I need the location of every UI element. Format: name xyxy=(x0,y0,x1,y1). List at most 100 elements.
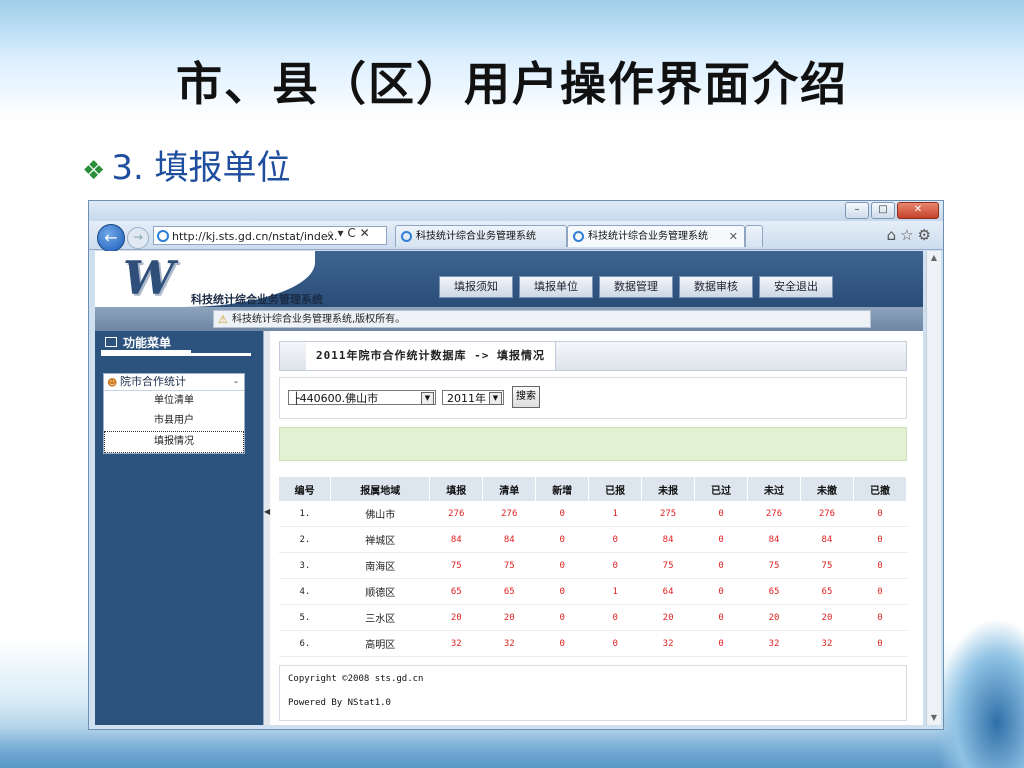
table-cell: 20 xyxy=(429,604,483,631)
table-cell: 1 xyxy=(588,578,642,605)
sidebar-group-label: 院市合作统计 xyxy=(120,375,186,388)
table-cell: 65 xyxy=(429,578,483,605)
vertical-scrollbar[interactable]: ▲ ▼ xyxy=(926,251,941,725)
table-cell: 276 xyxy=(429,501,483,527)
table-cell: 6. xyxy=(279,630,331,657)
ie-logo-icon xyxy=(401,231,412,242)
table-row[interactable]: 6. 高明区 32 32 0 0 32 0 32 32 0 xyxy=(279,630,907,657)
forward-button[interactable]: → xyxy=(127,227,149,249)
table-cell: 84 xyxy=(429,526,483,553)
system-name: 科技统计综合业务管理系统 xyxy=(191,293,323,306)
nav-item-units[interactable]: 填报单位 xyxy=(519,276,593,298)
table-cell: 0 xyxy=(853,526,907,553)
powered-by-text: Powered By NStat1.0 xyxy=(288,698,391,708)
sidebar-item-unit-list[interactable]: 单位清单 xyxy=(104,391,244,411)
top-navigation: 填报须知 填报单位 数据管理 数据审核 安全退出 xyxy=(439,276,833,298)
minimize-button[interactable]: – xyxy=(845,202,869,219)
new-tab-button[interactable] xyxy=(745,225,763,247)
tab-label: 科技统计综合业务管理系统 xyxy=(588,231,708,242)
table-cell: 276 xyxy=(747,501,801,527)
table-cell: 0 xyxy=(694,630,748,657)
window-controls: – □ ✕ xyxy=(845,202,939,219)
table-cell: 0 xyxy=(535,526,589,553)
table-cell: 276 xyxy=(482,501,536,527)
table-cell: 0 xyxy=(588,604,642,631)
scroll-down-icon[interactable]: ▼ xyxy=(927,711,941,725)
main-content: 2011年院市合作统计数据库 -> 填报情况 ├440600.佛山市 ▼ 2011… xyxy=(279,341,908,721)
region-cell: 高明区 xyxy=(330,630,430,657)
region-select[interactable]: ├440600.佛山市 ▼ xyxy=(288,390,436,405)
filter-bar: ├440600.佛山市 ▼ 2011年 ▼ 搜索 xyxy=(279,377,907,419)
search-button[interactable]: 搜索 xyxy=(512,386,540,408)
ie-logo-icon xyxy=(573,231,584,242)
sidebar-tab-menu[interactable]: 功能菜单 xyxy=(101,333,191,353)
region-cell: 禅城区 xyxy=(330,526,430,553)
sidebar-item-county-users[interactable]: 市县用户 xyxy=(104,411,244,431)
table-row[interactable]: 3. 南海区 75 75 0 0 75 0 75 75 0 xyxy=(279,552,907,579)
table-cell: 20 xyxy=(800,604,854,631)
table-cell: 75 xyxy=(429,552,483,579)
sidebar-group-header[interactable]: ☻ 院市合作统计 - xyxy=(104,374,244,391)
notice-text-box: ⚠ 科技统计综合业务管理系统,版权所有。 xyxy=(213,310,871,328)
table-cell: 32 xyxy=(747,630,801,657)
table-row[interactable]: 4. 顺德区 65 65 0 1 64 0 65 65 0 xyxy=(279,578,907,605)
maximize-button[interactable]: □ xyxy=(871,202,895,219)
nav-item-guide[interactable]: 填报须知 xyxy=(439,276,513,298)
chevron-down-icon[interactable]: ▼ xyxy=(421,392,434,405)
tab-label: 科技统计综合业务管理系统 xyxy=(416,231,536,242)
breadcrumb: 2011年院市合作统计数据库 -> 填报情况 xyxy=(279,341,907,371)
toolbar-icons[interactable]: ⌂☆⚙ xyxy=(887,226,935,244)
table-row[interactable]: 1. 佛山市 276 276 0 1 275 0 276 276 0 xyxy=(279,501,907,527)
column-header: 未报 xyxy=(641,477,696,501)
year-select[interactable]: 2011年 ▼ xyxy=(442,390,504,405)
table-cell: 0 xyxy=(694,552,748,579)
back-button[interactable]: ← xyxy=(97,224,125,252)
table-cell: 84 xyxy=(747,526,801,553)
collapse-arrow-icon[interactable]: ◀ xyxy=(264,507,270,516)
year-select-value: 2011年 xyxy=(447,392,486,405)
table-cell: 2. xyxy=(279,526,331,553)
table-row[interactable]: 5. 三水区 20 20 0 0 20 0 20 20 0 xyxy=(279,604,907,631)
table-cell: 275 xyxy=(641,501,695,527)
table-cell: 84 xyxy=(482,526,536,553)
region-cell: 佛山市 xyxy=(330,501,430,527)
close-tab-icon[interactable]: ✕ xyxy=(729,226,738,247)
bullet-text: 3. 填报单位 xyxy=(111,148,291,188)
collapse-icon[interactable]: - xyxy=(234,374,238,390)
table-cell: 0 xyxy=(588,526,642,553)
browser-tab-2[interactable]: 科技统计综合业务管理系统 ✕ xyxy=(567,225,745,247)
table-header-row: 编号 报属地域 填报 清单 新增 已报 未报 已过 未过 未撤 已撤 xyxy=(279,477,908,501)
table-cell: 0 xyxy=(535,501,589,527)
fill-status-table: 编号 报属地域 填报 清单 新增 已报 未报 已过 未过 未撤 已撤 1. 佛山市 276 276 0 1 27… xyxy=(279,477,908,657)
scroll-up-icon[interactable]: ▲ xyxy=(927,251,941,265)
table-cell: 1 xyxy=(588,501,642,527)
slide-title: 市、县（区）用户操作界面介绍 xyxy=(176,57,848,111)
notice-bar: ⚠ 科技统计综合业务管理系统,版权所有。 xyxy=(95,307,923,331)
region-cell: 南海区 xyxy=(330,552,430,579)
sidebar-item-fill-status[interactable]: 填报情况 xyxy=(104,431,244,453)
table-cell: 276 xyxy=(800,501,854,527)
table-cell: 0 xyxy=(588,630,642,657)
chevron-down-icon[interactable]: ▼ xyxy=(489,392,502,405)
table-cell: 0 xyxy=(853,501,907,527)
table-cell: 20 xyxy=(747,604,801,631)
table-cell: 20 xyxy=(641,604,695,631)
ie-logo-icon xyxy=(157,230,169,242)
table-row[interactable]: 2. 禅城区 84 84 0 0 84 0 84 84 0 xyxy=(279,526,907,553)
nav-item-data-review[interactable]: 数据审核 xyxy=(679,276,753,298)
address-tools[interactable]: ⌕ ▾ C ✕ xyxy=(327,226,370,241)
column-header: 报属地域 xyxy=(330,477,431,501)
table-cell: 65 xyxy=(800,578,854,605)
close-window-button[interactable]: ✕ xyxy=(897,202,939,219)
nav-item-logout[interactable]: 安全退出 xyxy=(759,276,833,298)
table-cell: 0 xyxy=(694,526,748,553)
page-footer: Copyright ©2008 sts.gd.cn Powered By NSt… xyxy=(279,665,907,721)
nav-item-data-management[interactable]: 数据管理 xyxy=(599,276,673,298)
sidebar-splitter[interactable]: ◀ xyxy=(263,331,270,725)
table-cell: 3. xyxy=(279,552,331,579)
browser-tab-1[interactable]: 科技统计综合业务管理系统 xyxy=(395,225,567,247)
column-header: 已撤 xyxy=(853,477,908,501)
region-select-value: ├440600.佛山市 xyxy=(293,392,379,405)
table-cell: 84 xyxy=(641,526,695,553)
sidebar-group: ☻ 院市合作统计 - 单位清单 市县用户 填报情况 xyxy=(103,373,245,454)
